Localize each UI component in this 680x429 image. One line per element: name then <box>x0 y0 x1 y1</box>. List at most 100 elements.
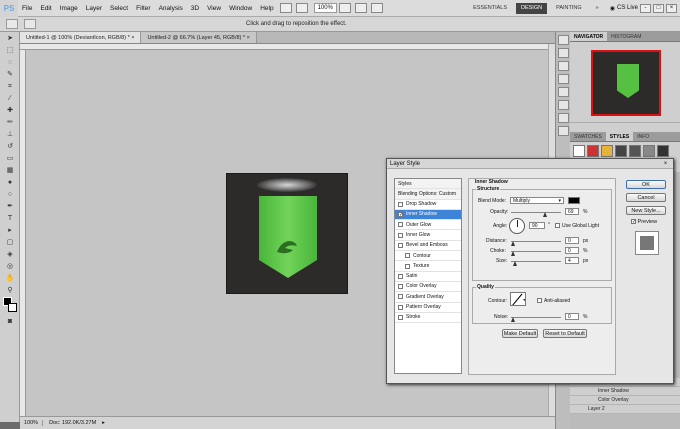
style-list-stroke[interactable]: Stroke <box>395 313 461 324</box>
contour-picker[interactable] <box>510 292 526 306</box>
checkbox[interactable] <box>398 201 403 207</box>
pen-tool-icon[interactable]: ✒ <box>3 201 17 212</box>
menu-file[interactable]: File <box>18 0 36 17</box>
paragraph-panel-icon[interactable] <box>558 100 569 110</box>
move-tool-icon[interactable] <box>6 19 18 29</box>
gradient-tool-icon[interactable]: ▦ <box>3 165 17 176</box>
hand-tool-icon[interactable]: ✋ <box>3 273 17 284</box>
healing-brush-tool-icon[interactable]: ✚ <box>3 105 17 116</box>
background-color-icon[interactable] <box>8 303 17 312</box>
move-tool-icon[interactable]: ➤ <box>3 33 17 44</box>
type-tool-icon[interactable]: T <box>3 213 17 224</box>
tab-swatches[interactable]: SWATCHES <box>570 132 606 141</box>
style-list-pattern-overlay[interactable]: Pattern Overlay <box>395 303 461 313</box>
new-style-button[interactable]: New Style... <box>626 206 666 215</box>
angle-dial[interactable] <box>509 218 525 234</box>
menu-image[interactable]: Image <box>56 0 82 17</box>
noise-slider[interactable] <box>511 317 561 318</box>
tab-info[interactable]: INFO <box>633 132 653 141</box>
brush-panel-icon[interactable] <box>558 61 569 71</box>
character-panel-icon[interactable] <box>558 87 569 97</box>
adjustments-panel-icon[interactable] <box>558 113 569 123</box>
menu-help[interactable]: Help <box>256 0 277 17</box>
zoom-level-select[interactable]: 100% <box>313 3 337 13</box>
style-swatch[interactable] <box>601 145 613 157</box>
menu-window[interactable]: Window <box>225 0 256 17</box>
style-swatch[interactable] <box>643 145 655 157</box>
opacity-input[interactable]: 69 <box>565 208 579 215</box>
bridge-icon[interactable] <box>279 3 292 13</box>
tool-preset-icon[interactable] <box>24 19 36 29</box>
path-select-tool-icon[interactable]: ▸ <box>3 225 17 236</box>
screen-mode-icon[interactable] <box>370 3 383 13</box>
lasso-tool-icon[interactable]: ◌ <box>3 57 17 68</box>
style-list-inner-shadow[interactable]: ✓ Inner Shadow <box>395 209 461 221</box>
status-arrow-icon[interactable]: ▸ <box>102 420 105 426</box>
menu-analysis[interactable]: Analysis <box>155 0 187 17</box>
angle-input[interactable]: 90 <box>529 222 545 229</box>
checkbox[interactable] <box>398 294 403 300</box>
tab-styles[interactable]: STYLES <box>605 132 634 141</box>
dodge-tool-icon[interactable]: ○ <box>3 189 17 200</box>
status-zoom[interactable]: 100% <box>20 420 44 426</box>
checkbox[interactable] <box>398 222 403 228</box>
actions-panel-icon[interactable] <box>558 48 569 58</box>
style-swatch[interactable] <box>629 145 641 157</box>
crop-tool-icon[interactable]: ⌗ <box>3 81 17 92</box>
shape-tool-icon[interactable]: ▢ <box>3 237 17 248</box>
opacity-slider[interactable] <box>511 212 561 213</box>
style-swatch[interactable] <box>615 145 627 157</box>
marquee-tool-icon[interactable]: ⬚ <box>3 45 17 56</box>
checkbox[interactable] <box>398 232 403 238</box>
navigator-thumbnail[interactable] <box>591 50 661 116</box>
style-list-gradient-overlay[interactable]: Gradient Overlay <box>395 292 461 303</box>
workspace-design[interactable]: DESIGN <box>516 2 548 14</box>
menu-view[interactable]: View <box>203 0 225 17</box>
style-list-contour[interactable]: Contour <box>395 251 461 262</box>
style-list-color-overlay[interactable]: Color Overlay <box>395 282 461 293</box>
style-list-styles[interactable]: Styles <box>395 179 461 190</box>
workspace-painting[interactable]: PAINTING <box>551 3 587 14</box>
menu-select[interactable]: Select <box>106 0 132 17</box>
blur-tool-icon[interactable]: ● <box>3 177 17 188</box>
checkbox[interactable] <box>405 263 410 269</box>
mini-bridge-icon[interactable] <box>295 3 308 13</box>
choke-slider[interactable] <box>511 251 561 252</box>
menu-edit[interactable]: Edit <box>36 0 55 17</box>
distance-input[interactable]: 0 <box>565 237 579 244</box>
hand-icon[interactable] <box>338 3 351 13</box>
style-list-blending-options[interactable]: Blending Options: Custom <box>395 189 461 200</box>
masks-panel-icon[interactable] <box>558 126 569 136</box>
noise-input[interactable]: 0 <box>565 313 579 320</box>
minimize-button[interactable]: - <box>640 3 651 13</box>
eyedropper-tool-icon[interactable]: ⁄ <box>3 93 17 104</box>
color-swatches-icon[interactable] <box>3 297 17 315</box>
style-swatch[interactable] <box>573 145 585 157</box>
navigator-zoom-slider[interactable] <box>570 122 680 132</box>
workspace-more-icon[interactable]: » <box>591 3 604 14</box>
workspace-essentials[interactable]: ESSENTIALS <box>468 3 512 14</box>
arrange-documents-icon[interactable] <box>354 3 367 13</box>
clone-stamp-tool-icon[interactable]: ⊥ <box>3 129 17 140</box>
checkbox[interactable] <box>398 304 403 310</box>
history-panel-icon[interactable] <box>558 35 569 45</box>
doc-tab-untitled-2[interactable]: Untitled-2 @ 66.7% (Layer 45, RGB/8) * × <box>141 32 257 43</box>
menu-filter[interactable]: Filter <box>132 0 154 17</box>
history-brush-tool-icon[interactable]: ↺ <box>3 141 17 152</box>
menu-3d[interactable]: 3D <box>187 0 203 17</box>
eraser-tool-icon[interactable]: ▭ <box>3 153 17 164</box>
ruler-horizontal[interactable] <box>20 44 555 50</box>
close-window-button[interactable]: × <box>666 3 677 13</box>
style-swatch[interactable] <box>587 145 599 157</box>
checkbox[interactable] <box>398 284 403 290</box>
ok-button[interactable]: OK <box>626 180 666 189</box>
quick-select-tool-icon[interactable]: ✎ <box>3 69 17 80</box>
menu-layer[interactable]: Layer <box>82 0 106 17</box>
style-list-outer-glow[interactable]: Outer Glow <box>395 220 461 231</box>
clone-source-panel-icon[interactable] <box>558 74 569 84</box>
dialog-close-button[interactable]: × <box>661 160 670 168</box>
doc-tab-untitled-1[interactable]: Untitled-1 @ 100% (DeviantIcon, RGB/8) *… <box>20 32 142 43</box>
ruler-vertical[interactable] <box>20 50 26 416</box>
global-light-checkbox[interactable] <box>555 223 560 228</box>
size-slider[interactable] <box>511 261 561 262</box>
